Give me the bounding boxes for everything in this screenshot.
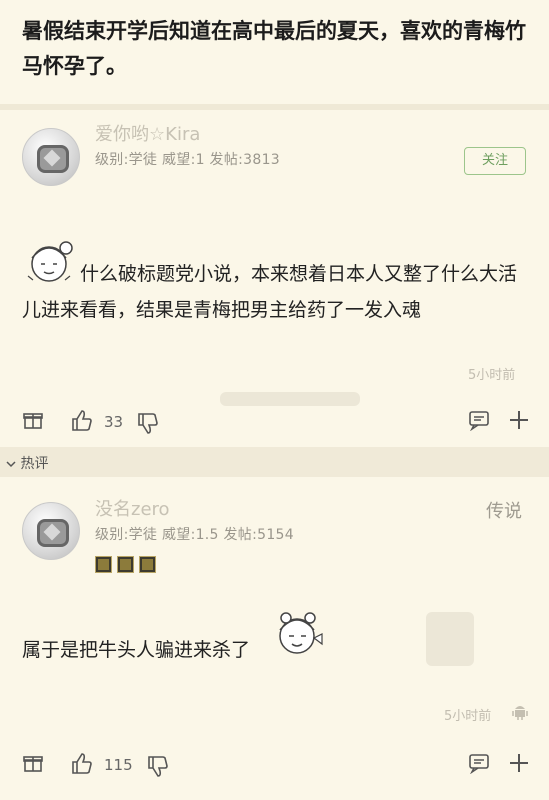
comment-icon[interactable] (468, 409, 490, 431)
comment-icon[interactable] (468, 752, 490, 774)
avatar[interactable] (22, 128, 80, 186)
plus-icon[interactable] (508, 409, 530, 431)
comment-user-meta: 级别:学徒 威望:1.5 发帖:5154 (95, 527, 294, 543)
thumbs-up-icon[interactable] (70, 409, 94, 433)
thumbs-down-icon[interactable] (146, 754, 170, 778)
gift-icon[interactable] (22, 409, 44, 431)
hot-section-header (0, 447, 549, 477)
chevron-down-icon (6, 461, 16, 468)
comment-time: 5小时前 (444, 709, 492, 724)
android-icon (512, 706, 528, 720)
medal-icon (117, 556, 134, 573)
medal-icon (95, 556, 112, 573)
comment-username[interactable]: 爱你哟☆Kira (95, 120, 200, 146)
comment-username[interactable]: 没名zero (95, 495, 170, 521)
anime-sticker-icon (279, 612, 323, 654)
follow-button[interactable]: 关注 (464, 147, 526, 175)
thumbs-up-icon[interactable] (70, 752, 94, 776)
like-count: 33 (104, 413, 124, 431)
comment-text: 什么破标题党小说，本来想着日本人又整了什么大活儿进来看看，结果是青梅把男主给药了… (22, 263, 518, 321)
section-divider (0, 104, 549, 110)
post-title: 暑假结束开学后知道在高中最后的夏天，喜欢的青梅竹马怀孕了。 (22, 19, 526, 78)
plus-icon[interactable] (508, 752, 530, 774)
hot-label-text: 热评 (20, 456, 49, 472)
thumbs-down-icon[interactable] (136, 411, 160, 435)
blurred-watermark (426, 612, 474, 666)
comment-user-meta: 级别:学徒 威望:1 发帖:3813 (95, 152, 280, 168)
comment-time: 5小时前 (468, 368, 516, 383)
avatar[interactable] (22, 502, 80, 560)
user-rank-badge: 传说 (486, 501, 522, 522)
hot-section-label[interactable]: 热评 (6, 453, 48, 473)
blurred-watermark (220, 392, 360, 406)
like-count: 115 (104, 756, 133, 774)
medal-icon (139, 556, 156, 573)
comment-text: 属于是把牛头人骗进来杀了 (22, 639, 251, 661)
gift-icon[interactable] (22, 752, 44, 774)
